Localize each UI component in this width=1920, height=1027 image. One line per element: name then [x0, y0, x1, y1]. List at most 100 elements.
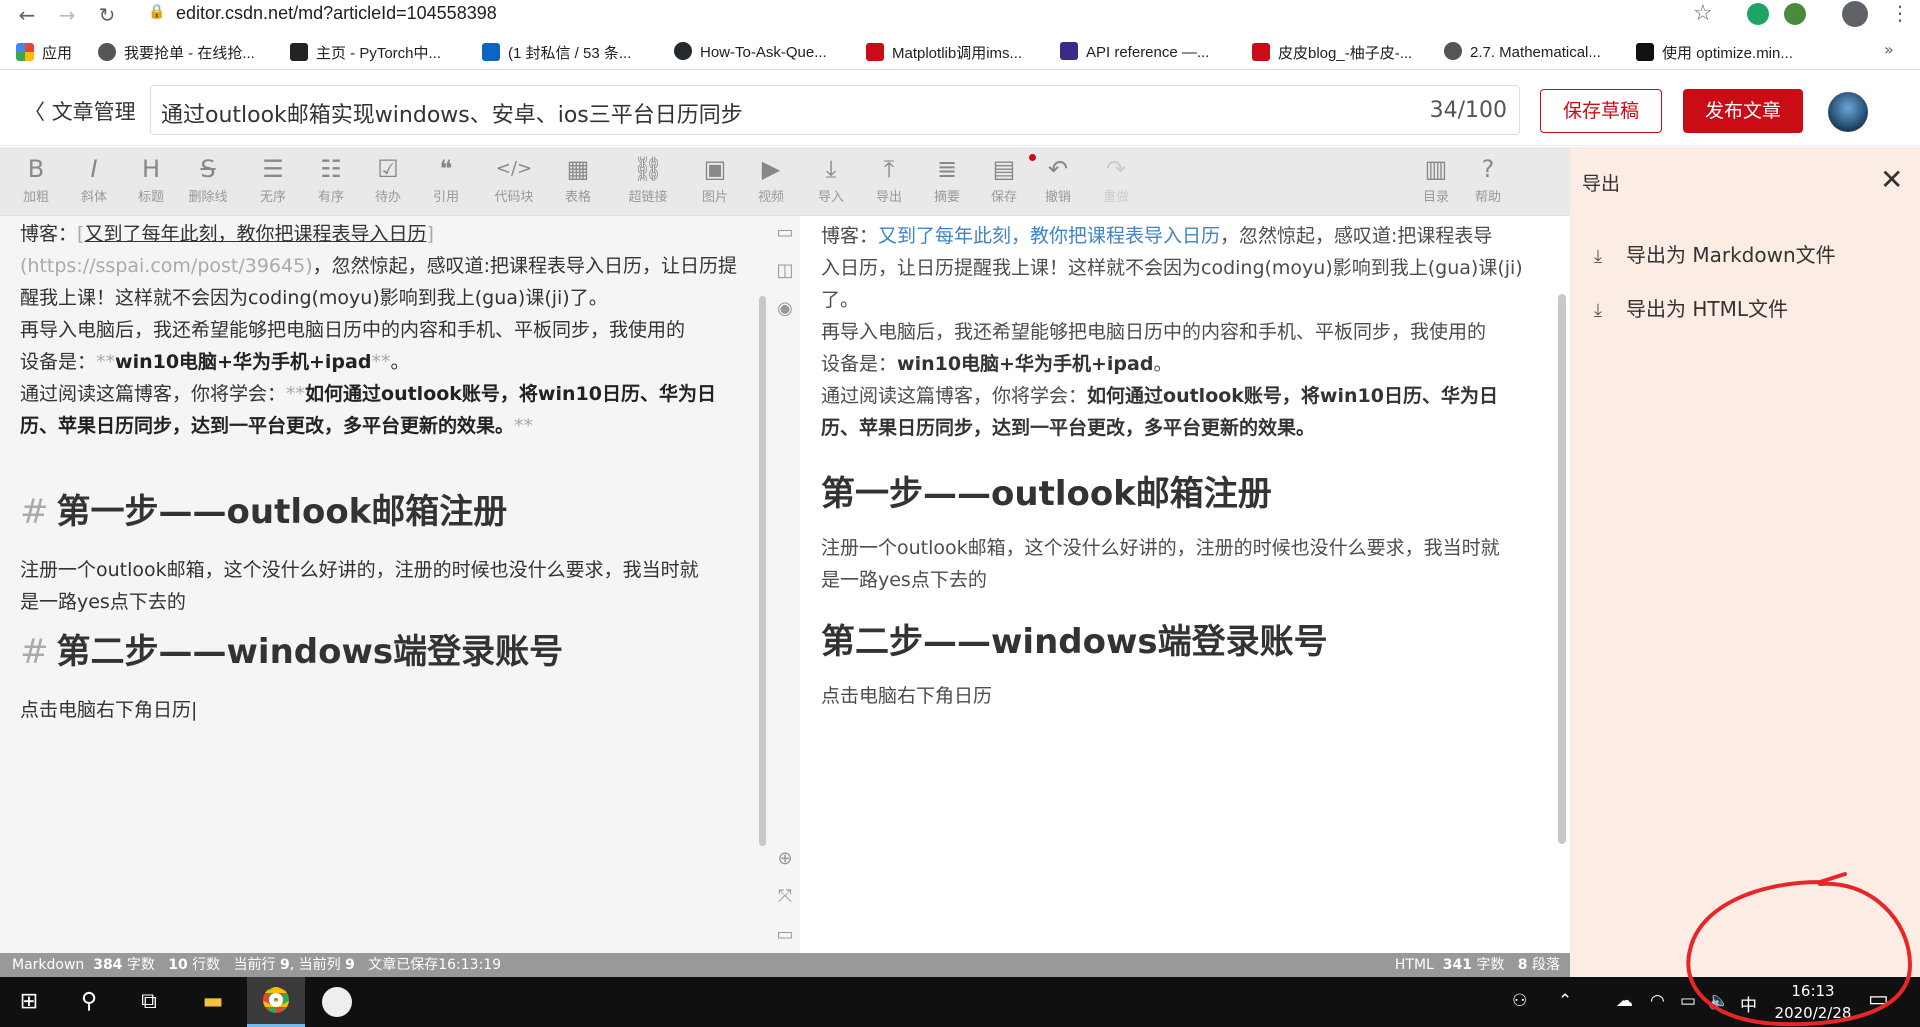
save-draft-button[interactable]: 保存草稿 — [1540, 89, 1662, 133]
reload-icon[interactable]: ↻ — [94, 2, 120, 28]
volume-icon[interactable]: 🔈 — [1708, 991, 1729, 1011]
text-cursor: | — [191, 699, 198, 721]
toolbar-heading-button[interactable]: H 标题 — [123, 155, 179, 205]
toolbar-label: 导出 — [875, 190, 902, 205]
toolbar-strikethrough-button[interactable]: S 删除线 — [180, 155, 236, 205]
battery-icon[interactable]: ▭ — [1680, 991, 1696, 1011]
search-icon[interactable]: ⚲ — [74, 987, 104, 1017]
toolbar-label: 视频 — [757, 190, 784, 205]
video-icon: ▶ — [761, 155, 781, 183]
fullscreen-icon[interactable]: ⤧ — [774, 886, 796, 907]
windows-taskbar: ⊞ ⚲ ⧉ ▬ ⚇ ⌃ ☁ ◠ ▭ 🔈 中 16:13 2020/2/28 ▭ — [0, 977, 1920, 1027]
toolbar-toc-button[interactable]: ▥ 目录 — [1408, 155, 1464, 205]
menu-kebab-icon[interactable]: ⋮ — [1890, 1, 1910, 25]
toolbar-unordered-list-button[interactable]: ☰ 无序 — [245, 155, 301, 205]
undo-icon: ↶ — [1047, 155, 1069, 183]
profile-icon[interactable] — [1842, 1, 1868, 27]
lock-icon[interactable]: 🔒 — [148, 4, 165, 20]
md-line: 历、苹果日历同步，达到一平台更改，多平台更新的效果。** — [20, 410, 533, 442]
toolbar-ordered-list-button[interactable]: ☷ 有序 — [303, 155, 359, 205]
wifi-icon[interactable]: ◠ — [1650, 991, 1665, 1011]
bookmark-item[interactable]: (1 封私信 / 53 条... — [482, 42, 631, 62]
toolbar-video-button[interactable]: ▶ 视频 — [743, 155, 799, 205]
bookmark-item[interactable]: 皮皮blog_-柚子皮-... — [1252, 42, 1412, 62]
html-char-count: 341 — [1442, 957, 1472, 973]
layout-single-icon[interactable]: ▭ — [774, 222, 796, 243]
export-markdown-button[interactable]: ⤓ 导出为 Markdown文件 — [1594, 239, 1836, 268]
toolbar-bold-button[interactable]: B 加粗 — [8, 155, 64, 205]
forward-arrow-icon[interactable]: → — [54, 2, 80, 28]
article-title-input[interactable]: 通过outlook邮箱实现windows、安卓、ios三平台日历同步 34/10… — [150, 85, 1520, 135]
taskbar-clock-date[interactable]: 2020/2/28 — [1766, 1004, 1860, 1022]
toolbar-undo-button[interactable]: ↶ 撤销 — [1030, 155, 1086, 205]
bookmark-item[interactable]: How-To-Ask-Que... — [674, 42, 827, 62]
html-preview: 博客：又到了每年此刻，教你把课程表导入日历，忽然惊起，感叹道:把课程表导 入日历… — [800, 216, 1570, 953]
bookmark-star-icon[interactable]: ☆ — [1693, 1, 1713, 26]
more-bookmarks-icon[interactable]: » — [1884, 40, 1894, 59]
preview-eye-icon[interactable]: ◉ — [774, 298, 796, 319]
toolbar-summary-button[interactable]: ≣ 摘要 — [919, 155, 975, 205]
toolbar-italic-button[interactable]: I 斜体 — [66, 155, 122, 205]
address-bar[interactable]: editor.csdn.net/md?articleId=104558398 — [176, 3, 497, 24]
bookmark-item[interactable]: 使用 optimize.min... — [1636, 42, 1793, 62]
sync-scroll-icon[interactable]: ⊕ — [774, 848, 796, 869]
toolbar-help-button[interactable]: ? 帮助 — [1460, 155, 1516, 205]
toolbar-image-button[interactable]: ▣ 图片 — [687, 155, 743, 205]
bookmark-item[interactable]: API reference —... — [1060, 42, 1209, 62]
onedrive-cloud-icon[interactable]: ☁ — [1616, 991, 1633, 1011]
bookmark-item[interactable]: Matplotlib调用ims... — [866, 42, 1022, 62]
pv-bold: 历、苹果日历同步，达到一平台更改，多平台更新的效果。 — [821, 417, 1316, 439]
layout-split-icon[interactable]: ◫ — [774, 260, 796, 281]
toolbar-todo-button[interactable]: ☑ 待办 — [360, 155, 416, 205]
chrome-icon[interactable] — [261, 987, 291, 1017]
pv-link[interactable]: 又到了每年此刻，教你把课程表导入日历 — [878, 225, 1220, 247]
md-text: ，忽然惊起，感叹道:把课程表导入日历，让日历提 — [312, 255, 738, 277]
toolbar-link-button[interactable]: ⛓ 超链接 — [620, 155, 676, 205]
image-icon: ▣ — [703, 155, 727, 183]
people-icon[interactable]: ⚇ — [1512, 991, 1527, 1011]
toolbar-save-button[interactable]: ▤ 保存 — [976, 155, 1032, 205]
markdown-editor[interactable]: 博客：[又到了每年此刻，教你把课程表导入日历] (https://sspai.c… — [0, 216, 770, 953]
toolbar-label: 无序 — [259, 190, 286, 205]
app-avatar-icon[interactable] — [322, 987, 352, 1017]
toolbar-table-button[interactable]: ▦ 表格 — [550, 155, 606, 205]
close-icon[interactable]: ✕ — [1880, 163, 1903, 196]
back-to-articles-link[interactable]: 〈 文章管理 — [24, 96, 136, 126]
toolbar-redo-button[interactable]: ↷ 重做 — [1088, 155, 1144, 205]
apps-grid-icon — [16, 43, 34, 61]
md-heading: # 第二步——windows端登录账号 — [20, 624, 563, 673]
file-explorer-icon[interactable]: ▬ — [198, 987, 228, 1017]
toolbar-code-block-button[interactable]: </> 代码块 — [486, 155, 542, 205]
windows-start-icon[interactable]: ⊞ — [14, 987, 44, 1017]
bookmark-item[interactable]: 主页 - PyTorch中... — [290, 42, 441, 62]
pv-bold: win10电脑+华为手机+ipad — [897, 353, 1154, 375]
pv-text: 通过阅读这篇博客，你将学会： — [821, 385, 1088, 407]
preview-mode-icon[interactable]: ▭ — [774, 924, 796, 945]
avatar[interactable] — [1828, 92, 1868, 132]
bookmark-item[interactable]: 我要抢单 - 在线抢... — [98, 42, 255, 62]
taskbar-clock-time[interactable]: 16:13 — [1780, 982, 1846, 1000]
md-line: 是一路yes点下去的 — [20, 591, 186, 613]
toolbar-export-button[interactable]: ⤒ 导出 — [861, 155, 917, 205]
toolbar-label: 保存 — [990, 190, 1017, 205]
markdown-scrollbar[interactable] — [759, 296, 766, 846]
publish-button[interactable]: 发布文章 — [1683, 89, 1803, 133]
help-icon: ? — [1481, 155, 1495, 183]
pv-text: ，忽然惊起，感叹道:把课程表导 — [1220, 225, 1493, 247]
export-html-button[interactable]: ⤓ 导出为 HTML文件 — [1594, 293, 1788, 322]
task-view-icon[interactable]: ⧉ — [134, 987, 164, 1017]
ime-indicator[interactable]: 中 — [1740, 991, 1757, 1016]
md-stars: ** — [371, 351, 391, 373]
bookmark-item[interactable]: 2.7. Mathematical... — [1444, 42, 1601, 62]
export-html-label: 导出为 HTML文件 — [1626, 297, 1789, 321]
bookmark-apps[interactable]: 应用 — [16, 42, 72, 62]
notification-icon[interactable]: ▭ — [1868, 987, 1889, 1012]
preview-scrollbar[interactable] — [1558, 294, 1566, 844]
extension-globe-icon[interactable] — [1784, 3, 1806, 25]
toolbar-import-button[interactable]: ⤓ 导入 — [803, 155, 859, 205]
bookmark-label: Matplotlib调用ims... — [892, 45, 1023, 62]
extension-shield-icon[interactable] — [1747, 3, 1769, 25]
back-arrow-icon[interactable]: ← — [14, 2, 40, 28]
chevron-up-icon[interactable]: ⌃ — [1558, 991, 1572, 1011]
toolbar-quote-button[interactable]: ❝ 引用 — [418, 155, 474, 205]
